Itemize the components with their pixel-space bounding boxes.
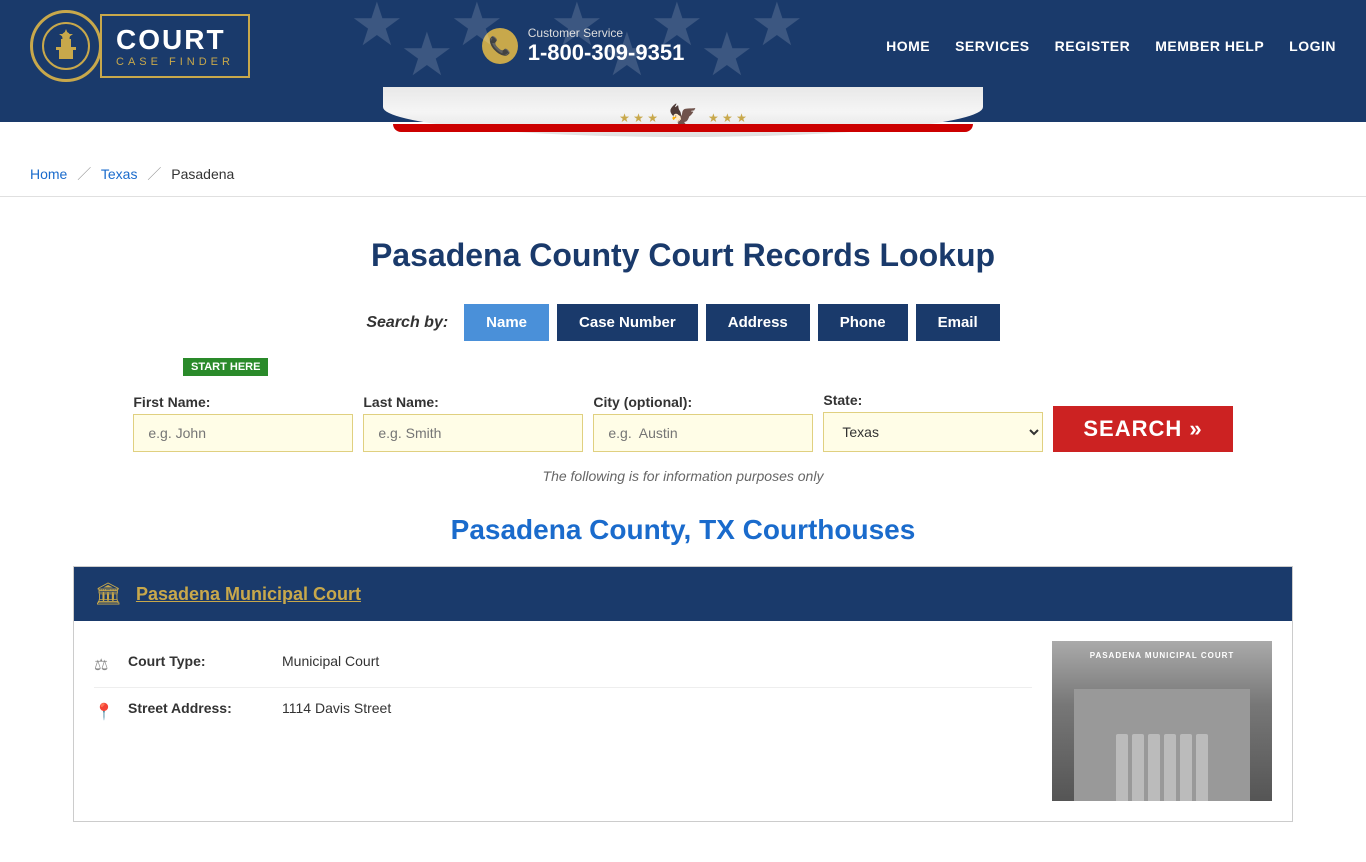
logo-text: COURT CASE FINDER bbox=[100, 14, 250, 78]
cs-label: Customer Service bbox=[528, 26, 685, 40]
nav-member-help[interactable]: MEMBER HELP bbox=[1155, 38, 1264, 54]
phone-icon: 📞 bbox=[482, 28, 518, 64]
page-title: Pasadena County Court Records Lookup bbox=[73, 237, 1293, 274]
courthouse-name[interactable]: Pasadena Municipal Court bbox=[136, 584, 361, 605]
first-name-input[interactable] bbox=[133, 414, 353, 452]
court-building-sim bbox=[1074, 689, 1250, 801]
breadcrumb-current: Pasadena bbox=[171, 166, 234, 182]
cs-phone: 1-800-309-9351 bbox=[528, 40, 685, 65]
tab-case-number[interactable]: Case Number bbox=[557, 304, 698, 341]
search-section: Search by: Name Case Number Address Phon… bbox=[73, 304, 1293, 484]
city-label: City (optional): bbox=[593, 394, 813, 410]
last-name-label: Last Name: bbox=[363, 394, 583, 410]
info-note: The following is for information purpose… bbox=[73, 468, 1293, 484]
state-select[interactable]: Texas Alabama Alaska Arizona California … bbox=[823, 412, 1043, 452]
courthouses-title: Pasadena County, TX Courthouses bbox=[73, 514, 1293, 546]
street-address-value: 1114 Davis Street bbox=[282, 700, 391, 716]
court-img-simulation: PASADENA MUNICIPAL COURT bbox=[1052, 641, 1272, 801]
tab-phone[interactable]: Phone bbox=[818, 304, 908, 341]
logo-court-text: COURT bbox=[116, 24, 234, 56]
court-type-icon: ⚖ bbox=[94, 655, 114, 675]
ribbon-stars-left: ★ ★ ★ bbox=[619, 111, 658, 125]
state-group: State: Texas Alabama Alaska Arizona Cali… bbox=[823, 392, 1043, 452]
courthouse-header: 🏛 Pasadena Municipal Court bbox=[74, 567, 1292, 621]
ribbon-container: ★ ★ ★ 🦅 ★ ★ ★ bbox=[0, 92, 1366, 122]
last-name-input[interactable] bbox=[363, 414, 583, 452]
street-address-label: Street Address: bbox=[128, 700, 268, 716]
site-header: ★ ★ ★ ★ ★ ★ ★ ★ COURT CASE FINDER 📞 Cust… bbox=[0, 0, 1366, 92]
search-form: First Name: Last Name: City (optional): … bbox=[73, 392, 1293, 452]
city-input[interactable] bbox=[593, 414, 813, 452]
courthouse-image: PASADENA MUNICIPAL COURT bbox=[1052, 641, 1272, 801]
nav-login[interactable]: LOGIN bbox=[1289, 38, 1336, 54]
first-name-group: First Name: bbox=[133, 394, 353, 452]
last-name-group: Last Name: bbox=[363, 394, 583, 452]
court-type-row: ⚖ Court Type: Municipal Court bbox=[94, 641, 1032, 688]
logo-area[interactable]: COURT CASE FINDER bbox=[30, 10, 250, 82]
tab-email[interactable]: Email bbox=[916, 304, 1000, 341]
courthouse-building-icon: 🏛 bbox=[94, 581, 122, 607]
state-label: State: bbox=[823, 392, 1043, 408]
first-name-label: First Name: bbox=[133, 394, 353, 410]
tab-name[interactable]: Name bbox=[464, 304, 549, 341]
nav-home[interactable]: HOME bbox=[886, 38, 930, 54]
start-here-badge: START HERE bbox=[183, 358, 268, 376]
nav-register[interactable]: REGISTER bbox=[1055, 38, 1131, 54]
breadcrumb-sep-1: ／ bbox=[77, 166, 91, 182]
customer-service: 📞 Customer Service 1-800-309-9351 bbox=[482, 26, 685, 66]
tab-address[interactable]: Address bbox=[706, 304, 810, 341]
search-button[interactable]: SEARCH » bbox=[1053, 406, 1232, 452]
city-group: City (optional): bbox=[593, 394, 813, 452]
ribbon-red bbox=[393, 124, 973, 132]
breadcrumb-state[interactable]: Texas bbox=[101, 166, 138, 182]
breadcrumb: Home ／ Texas ／ Pasadena bbox=[0, 152, 1366, 197]
nav-services[interactable]: SERVICES bbox=[955, 38, 1030, 54]
logo-sub-text: CASE FINDER bbox=[116, 56, 234, 68]
court-img-label: PASADENA MUNICIPAL COURT bbox=[1052, 651, 1272, 660]
start-here-container: START HERE bbox=[183, 357, 1183, 386]
columns-sim bbox=[1116, 734, 1208, 801]
main-nav: HOME SERVICES REGISTER MEMBER HELP LOGIN bbox=[886, 38, 1336, 54]
ribbon-stars-right: ★ ★ ★ bbox=[708, 111, 747, 125]
location-icon: 📍 bbox=[94, 702, 114, 722]
street-address-row: 📍 Street Address: 1114 Davis Street bbox=[94, 688, 1032, 734]
logo-circle bbox=[30, 10, 102, 82]
courthouse-details: ⚖ Court Type: Municipal Court 📍 Street A… bbox=[94, 641, 1032, 801]
court-type-label: Court Type: bbox=[128, 653, 268, 669]
search-by-row: Search by: Name Case Number Address Phon… bbox=[73, 304, 1293, 341]
breadcrumb-home[interactable]: Home bbox=[30, 166, 67, 182]
search-by-label: Search by: bbox=[366, 314, 448, 332]
courthouse-body: ⚖ Court Type: Municipal Court 📍 Street A… bbox=[74, 621, 1292, 821]
court-type-value: Municipal Court bbox=[282, 653, 379, 669]
breadcrumb-sep-2: ／ bbox=[147, 166, 161, 182]
courthouse-card-0: 🏛 Pasadena Municipal Court ⚖ Court Type:… bbox=[73, 566, 1293, 822]
main-content: Pasadena County Court Records Lookup Sea… bbox=[33, 197, 1333, 862]
